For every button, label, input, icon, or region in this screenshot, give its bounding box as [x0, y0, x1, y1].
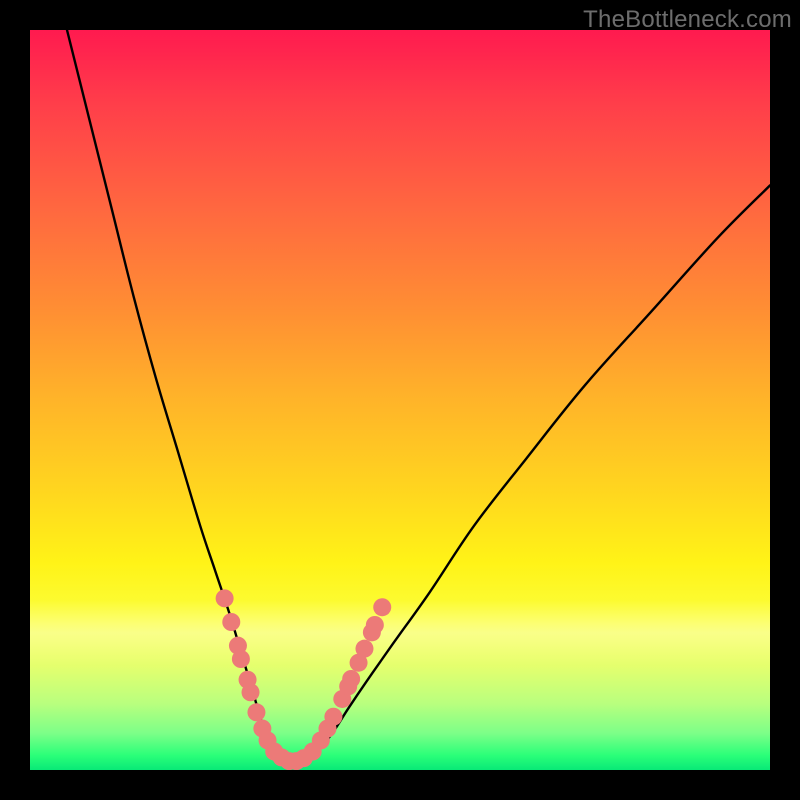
data-marker [247, 703, 265, 721]
chart-stage: TheBottleneck.com [0, 0, 800, 800]
data-marker [216, 589, 234, 607]
data-marker [242, 683, 260, 701]
marker-group [216, 589, 392, 770]
plot-area [30, 30, 770, 770]
data-marker [342, 670, 360, 688]
data-marker [232, 650, 250, 668]
chart-svg [30, 30, 770, 770]
data-marker [222, 613, 240, 631]
data-marker [373, 598, 391, 616]
data-marker [355, 640, 373, 658]
bottleneck-curve [67, 30, 770, 763]
data-marker [366, 616, 384, 634]
data-marker [324, 708, 342, 726]
